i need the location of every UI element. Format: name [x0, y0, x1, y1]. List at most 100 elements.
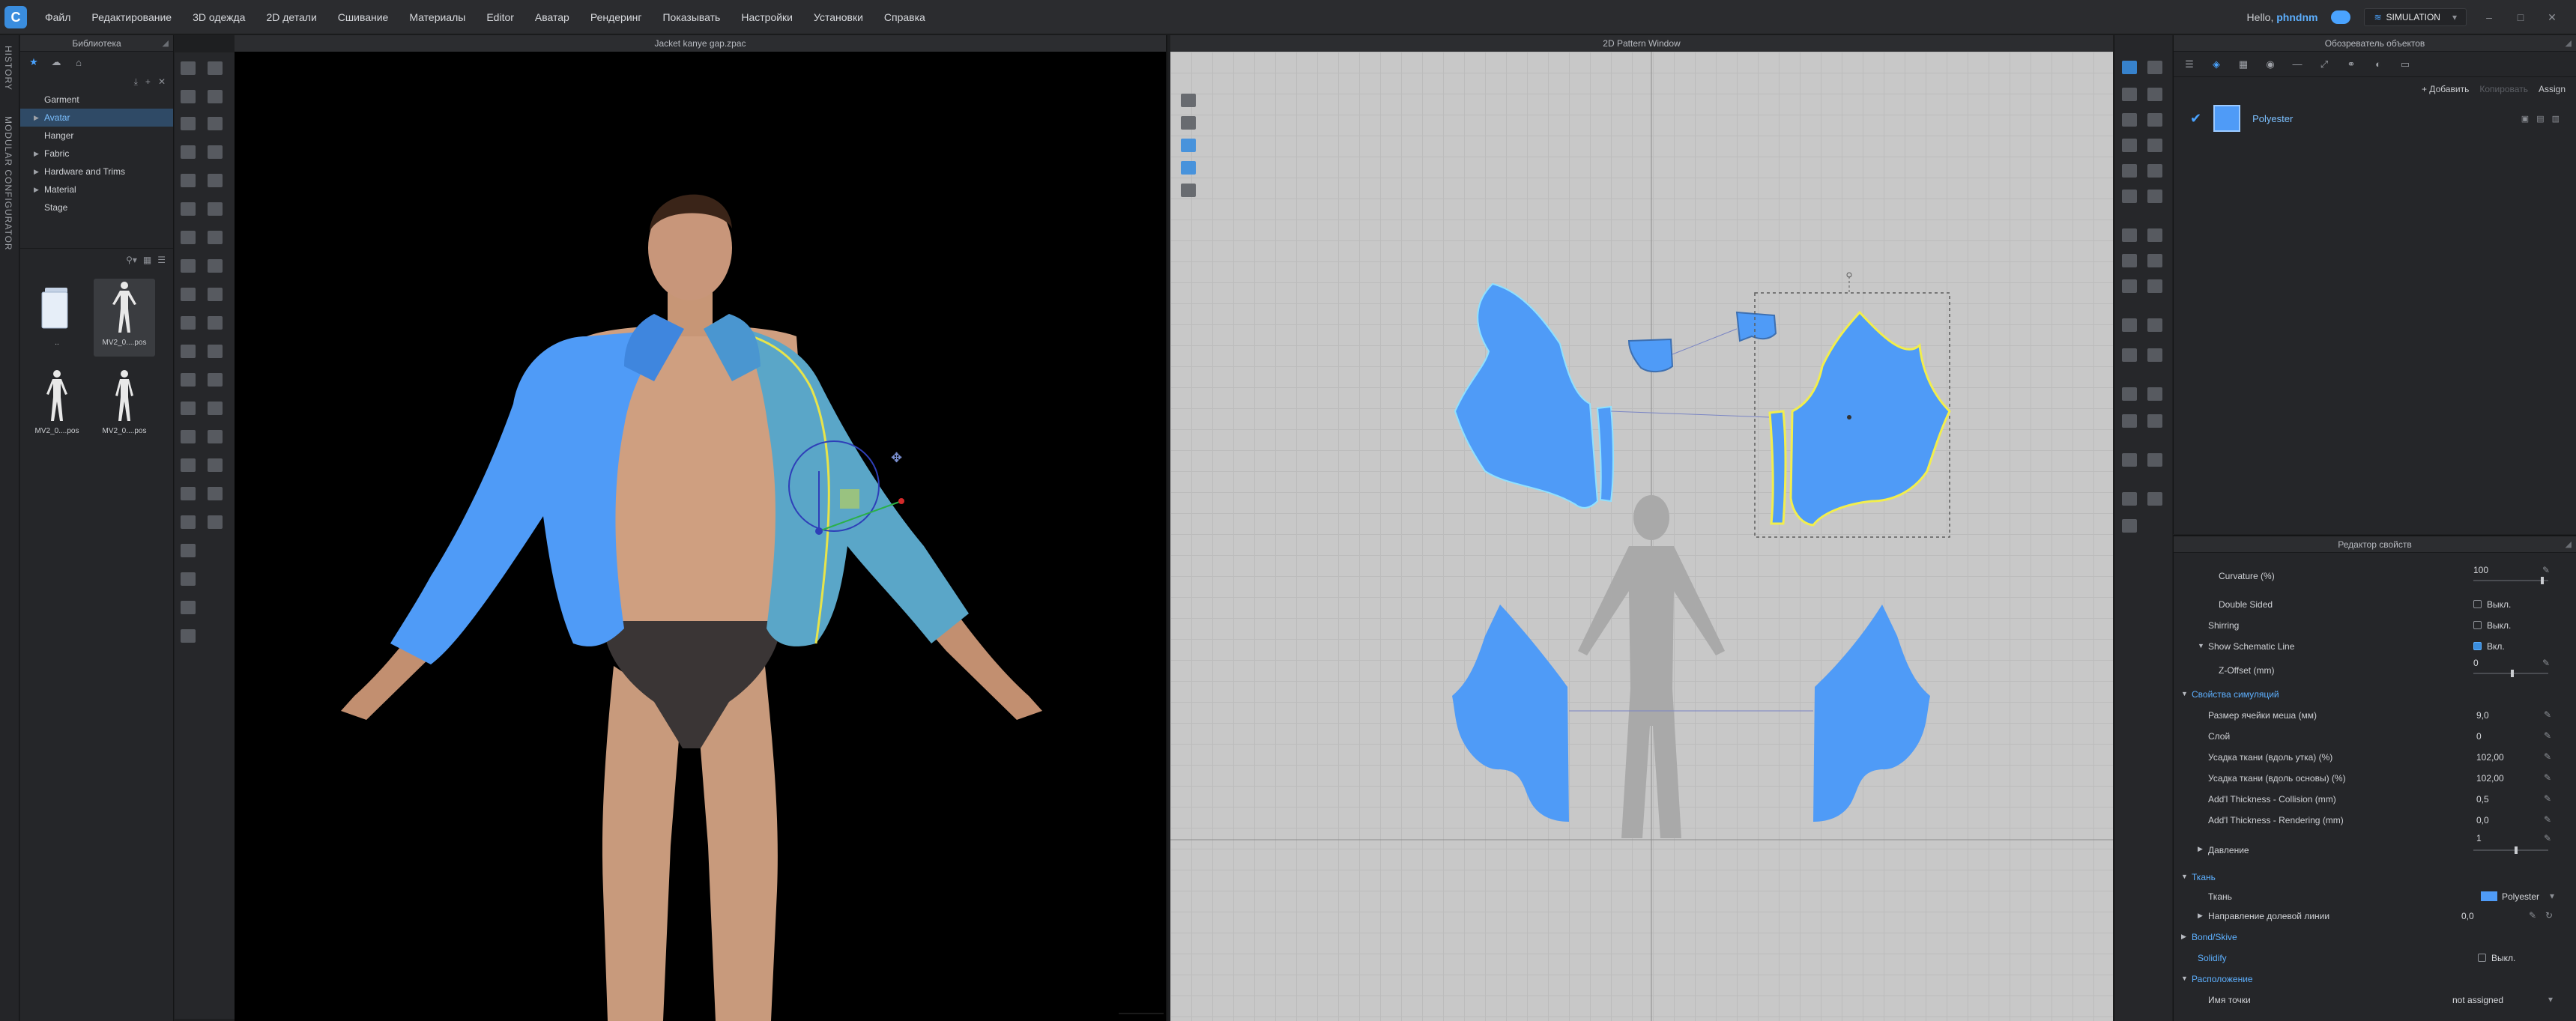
strengthen-tool-icon[interactable]: [208, 174, 223, 187]
shirring-checkbox[interactable]: [2473, 621, 2482, 629]
expand-arrow-icon[interactable]: ▶: [34, 163, 39, 181]
copy-button[interactable]: Копировать: [2479, 84, 2528, 94]
view-2d-tool-icon[interactable]: [1181, 94, 1196, 107]
topstitch-tab-icon[interactable]: —: [2289, 56, 2306, 73]
section-placement[interactable]: ▼ Расположение: [2174, 969, 2576, 989]
expand-arrow-icon[interactable]: ▶: [34, 145, 39, 163]
thumb-pose-3[interactable]: MV2_0....pos: [94, 367, 155, 445]
viewport-3d[interactable]: Jacket kanye gap.zpac ✥: [235, 35, 1167, 1021]
check-sewing-icon[interactable]: [2147, 254, 2162, 267]
pucker-tool-icon[interactable]: [208, 231, 223, 244]
select-tool-icon[interactable]: [181, 61, 196, 75]
expand-arrow-icon[interactable]: ▶: [2198, 912, 2203, 920]
collapse-arrow-icon[interactable]: ▼: [2181, 690, 2188, 697]
text-style-icon[interactable]: [2122, 414, 2137, 428]
tab-modular-configurator[interactable]: MODULAR CONFIGURATOR: [3, 116, 13, 251]
fabric-swatch[interactable]: [2213, 105, 2241, 132]
edit-icon[interactable]: ✎: [2544, 793, 2551, 804]
download-icon[interactable]: ⤓: [134, 76, 138, 88]
edit-pattern-icon[interactable]: [2122, 61, 2137, 74]
menu-editor[interactable]: Editor: [476, 11, 524, 23]
pressure-input[interactable]: 1: [2476, 833, 2482, 843]
shrink-tool-icon[interactable]: [208, 202, 223, 216]
fabric-select[interactable]: Polyester: [2502, 891, 2539, 902]
trim-tab-icon[interactable]: ⚭: [2343, 56, 2359, 73]
tab-history[interactable]: HISTORY: [3, 46, 13, 91]
mesh-size-input[interactable]: 9,0: [2476, 710, 2489, 721]
annotation-icon[interactable]: [2122, 387, 2137, 401]
tree-item-avatar[interactable]: ▶ Avatar: [20, 109, 173, 127]
reset-icon[interactable]: ↻: [2545, 910, 2553, 921]
pin-2d-icon[interactable]: [2122, 519, 2137, 533]
segment-sewing-icon[interactable]: [2122, 228, 2137, 242]
chevron-down-icon[interactable]: ▾: [2550, 891, 2554, 901]
seam-tool-icon[interactable]: [181, 259, 196, 273]
rect-tool-icon[interactable]: [208, 430, 223, 443]
thickness-rendering-input[interactable]: 0,0: [2476, 815, 2489, 825]
cloud-icon[interactable]: [2331, 10, 2351, 24]
tree-item-garment[interactable]: Garment: [20, 91, 173, 109]
grid-2d-icon[interactable]: [1181, 161, 1196, 175]
axis-tool-icon[interactable]: [208, 515, 223, 529]
list-tab-icon[interactable]: ☰: [2181, 56, 2198, 73]
free-sewing-icon[interactable]: [2147, 228, 2162, 242]
menu-settings[interactable]: Настройки: [731, 11, 803, 23]
close-icon[interactable]: ✕: [2543, 11, 2561, 24]
slider-knob[interactable]: [2515, 846, 2518, 854]
pin-tool-icon[interactable]: [181, 145, 196, 159]
circle-pattern-icon[interactable]: [2122, 139, 2137, 152]
zipper-tab-icon[interactable]: ⤢: [2316, 56, 2332, 73]
thumb-parent-folder[interactable]: ..: [26, 279, 88, 357]
rect-pattern-icon[interactable]: [2122, 113, 2137, 127]
edit-icon[interactable]: ✎: [2544, 772, 2551, 783]
z-offset-slider[interactable]: [2473, 670, 2548, 677]
dart-icon[interactable]: [2147, 139, 2162, 152]
solidify-checkbox[interactable]: [2478, 954, 2486, 962]
menu-render[interactable]: Рендеринг: [580, 11, 653, 23]
crease-tool-icon[interactable]: [208, 259, 223, 273]
graphic-tool-icon[interactable]: [208, 316, 223, 330]
menu-2d-pattern[interactable]: 2D детали: [256, 11, 327, 23]
edit-icon[interactable]: ✎: [2542, 658, 2550, 668]
search-icon[interactable]: ⚲▾: [126, 255, 137, 265]
maximize-icon[interactable]: □: [2512, 11, 2530, 23]
arrange-tool-icon[interactable]: [181, 373, 196, 387]
layer-tool-icon[interactable]: [181, 515, 196, 529]
lock-icon[interactable]: ▤: [2536, 114, 2544, 124]
add-folder-icon[interactable]: +: [145, 76, 151, 87]
tree-item-stage[interactable]: Stage: [20, 199, 173, 216]
favorites-tab-icon[interactable]: ★: [26, 55, 41, 70]
hanger-tool-icon[interactable]: [181, 430, 196, 443]
slider-knob[interactable]: [2541, 577, 2544, 584]
tree-item-hanger[interactable]: Hanger: [20, 127, 173, 145]
button-tool-icon[interactable]: [181, 288, 196, 301]
shirt-select-icon[interactable]: [181, 601, 196, 614]
section-simulation[interactable]: ▼ Свойства симуляций: [2174, 685, 2576, 704]
tack-tool-icon[interactable]: [208, 90, 223, 103]
grain-direction-input[interactable]: 0,0: [2461, 911, 2474, 921]
menu-help[interactable]: Справка: [874, 11, 936, 23]
fit-2d-icon[interactable]: [1181, 139, 1196, 152]
edit-curve-icon[interactable]: [2122, 88, 2137, 101]
shrink-warp-input[interactable]: 102,00: [2476, 773, 2504, 784]
chevron-down-icon[interactable]: ▾: [2548, 994, 2553, 1005]
flatten-tool-icon[interactable]: [181, 544, 196, 557]
edit-icon[interactable]: ✎: [2544, 814, 2551, 825]
edit-icon[interactable]: ✎: [2544, 751, 2551, 762]
transform-tool-icon[interactable]: [208, 61, 223, 75]
expand-arrow-icon[interactable]: ▶: [2198, 845, 2203, 853]
remove-icon[interactable]: ✕: [158, 76, 166, 87]
menu-3d-garment[interactable]: 3D одежда: [182, 11, 256, 23]
menu-avatar[interactable]: Аватар: [524, 11, 580, 23]
pattern-window-2d[interactable]: 2D Pattern Window: [1170, 35, 2113, 1021]
topstitch-icon[interactable]: [2122, 318, 2137, 332]
edit-icon[interactable]: ✎: [2544, 709, 2551, 720]
repeat-icon[interactable]: [2147, 453, 2162, 467]
z-offset-input[interactable]: 0: [2473, 658, 2479, 668]
fold-tool-icon[interactable]: [181, 117, 196, 130]
shirt-tool-icon[interactable]: [181, 487, 196, 500]
cloud-library-tab-icon[interactable]: ☁: [49, 55, 64, 70]
menu-sewing[interactable]: Сшивание: [327, 11, 399, 23]
menu-file[interactable]: Файл: [34, 11, 81, 23]
edit-point-icon[interactable]: [208, 117, 223, 130]
